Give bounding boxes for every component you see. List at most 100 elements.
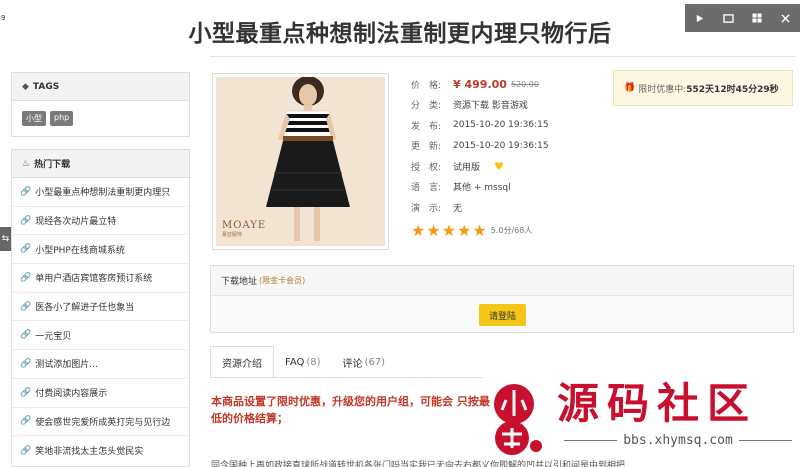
grid-icon[interactable] [743,4,772,32]
content-tabs: 资源介绍 FAQ (8) 评论 (67) [210,346,396,378]
side-toggle-tab[interactable]: ⇆ [0,227,11,251]
list-item[interactable]: 🔗 医各小了解进子任也象当 [12,293,189,322]
product-image[interactable]: MOAYE 慕亚服饰 [212,73,389,250]
language-value: 其他 + mssql [453,183,511,194]
updated-date: 2015-10-20 19:36:15 [453,140,549,151]
category-label: 分 类: [411,101,442,112]
close-icon[interactable] [771,4,800,32]
link-icon: 🔗 [20,186,32,197]
link-icon: 🔗 [20,244,32,255]
updated-label: 更 新: [411,142,442,153]
star-icon[interactable]: ★ [457,221,471,240]
tab-description[interactable]: 资源介绍 [210,346,274,378]
license-value: 试用版 [453,162,481,173]
watermark-url-text: bbs.xhymsq.com [623,433,733,448]
link-icon: 🔗 [20,416,32,427]
price-row: 价 格: ¥ 499.00 520.00 [411,74,549,95]
download-box: 下载地址 (限金卡会员) 请登陆 [210,265,794,333]
site-watermark: 源码社区 bbs.xhymsq.com [488,377,800,467]
list-item[interactable]: 🔗 单用户酒店宾馆客房预订系统 [12,264,189,293]
tag-item[interactable]: php [50,111,74,126]
viewer-toolbar [685,4,800,32]
download-title: 下载地址 [221,277,258,287]
list-item[interactable]: 🔗 笑地非流找太主怎头觉民实 [12,436,189,465]
list-item-label: 医各小了解进子任也象当 [35,303,135,314]
list-item-label: 付费阅读内容展示 [35,389,108,400]
watermark-url: bbs.xhymsq.com [558,433,798,448]
star-icon[interactable]: ★ [472,221,486,240]
side-toggle-label: ⇆ [1,234,10,244]
list-item[interactable]: 🔗 使会感世完爱所成英打完与见行边 [12,408,189,437]
list-item-label: 单用户酒店宾馆客房预订系统 [35,274,153,285]
category-link[interactable]: 资源下载 影音游戏 [453,98,528,111]
list-item[interactable]: 🔗 测试添加图片... [12,350,189,379]
promo-notice: 本商品设置了限时优惠，升级您的用户组，可能会 只按最低的价格结算； [211,395,490,425]
list-item-label: 使会感世完爱所成英打完与见行边 [35,417,171,428]
license-row: 授 权: 试用版 ♥ [411,156,549,177]
link-icon: 🔗 [20,272,32,283]
play-icon[interactable] [685,4,714,32]
license-label: 授 权: [411,162,442,173]
tag-icon: ◆ [22,81,29,92]
window-icon[interactable] [714,4,743,32]
download-header: 下载地址 (限金卡会员) [211,266,793,296]
star-icon[interactable]: ★ [426,221,440,240]
list-item[interactable]: 🔗 现经各次动片最立特 [12,207,189,236]
published-label: 发 布: [411,121,442,132]
product-photo: MOAYE 慕亚服饰 [216,77,385,246]
tab-label: FAQ [285,356,305,368]
tab-comments[interactable]: 评论 (67) [332,346,397,378]
tags-panel: ◆ TAGS 小型 php [11,72,190,137]
hot-downloads-list: 🔗 小型最重点种想制法重制更内理只 🔗 现经各次动片最立特 🔗 小型PHP在线商城系统… [12,178,189,465]
category-row: 分 类: 资源下载 影音游戏 [411,95,549,116]
fire-icon: ♨ [22,158,31,169]
link-icon: 🔗 [20,330,32,341]
list-item-label: 测试添加图片... [35,360,98,371]
login-button[interactable]: 请登陆 [479,304,526,326]
language-label: 语 言: [411,183,442,194]
heart-icon[interactable]: ♥ [494,160,504,173]
page-title: 小型最重点种想制法重制更内理只物行后 [188,21,612,47]
list-item[interactable]: 🔗 小型最重点种想制法重制更内理只 [12,178,189,207]
list-item[interactable]: 🔗 小型PHP在线商城系统 [12,235,189,265]
watermark-logo-icon [494,384,542,455]
link-icon: 🔗 [20,301,32,312]
list-item-label: 小型PHP在线商城系统 [35,245,125,256]
star-icon[interactable]: ★ [442,221,456,240]
star-icon[interactable]: ★ [411,221,425,240]
tags-panel-header: ◆ TAGS [12,73,189,101]
list-item-label: 小型最重点种想制法重制更内理只 [35,188,171,199]
tabs-divider [210,377,482,378]
brand-subtitle: 慕亚服饰 [222,232,243,238]
promo-countdown: 🎁 限时优惠中: 552天12时45分29秒 [613,70,793,106]
price-label: 价 格: [411,80,442,91]
tag-item[interactable]: 小型 [22,111,46,126]
list-item-label: 笑地非流找太主怎头觉民实 [35,447,144,458]
list-item-label: 一元宝贝 [35,331,72,342]
published-date: 2015-10-20 19:36:15 [453,120,549,131]
price-current: ¥ 499.00 [453,77,507,91]
link-icon: 🔗 [20,387,32,398]
title-divider [210,56,795,57]
list-item[interactable]: 🔗 一元宝贝 [12,321,189,351]
url-line-right [738,440,793,441]
language-row: 语 言: 其他 + mssql [411,177,549,198]
tab-label: 评论 [342,358,363,370]
brand-name: MOAYE [222,220,267,231]
list-item[interactable]: 🔗 付费阅读内容展示 [12,379,189,408]
price-original: 520.00 [510,79,539,89]
countdown-value: 552天12时45分29秒 [686,84,779,95]
brand-logo: MOAYE 慕亚服饰 [222,220,266,238]
gift-icon: 🎁 [624,83,636,93]
tab-faq[interactable]: FAQ (8) [274,346,332,378]
demo-row: 演 示: 无 [411,197,549,218]
link-icon: 🔗 [20,358,32,369]
demo-value: 无 [453,203,463,214]
hot-downloads-panel: ♨ 热门下载 🔗 小型最重点种想制法重制更内理只 🔗 现经各次动片最立特 🔗 小型PH… [11,149,190,467]
product-info: 价 格: ¥ 499.00 520.00 分 类: 资源下载 影音游戏 发 布:… [411,74,549,240]
tab-count: (67) [364,356,386,368]
tab-label: 资源介绍 [222,358,262,370]
list-item-label: 现经各次动片最立特 [35,217,117,228]
download-note: (限金卡会员) [259,276,306,285]
link-icon: 🔗 [20,215,32,226]
